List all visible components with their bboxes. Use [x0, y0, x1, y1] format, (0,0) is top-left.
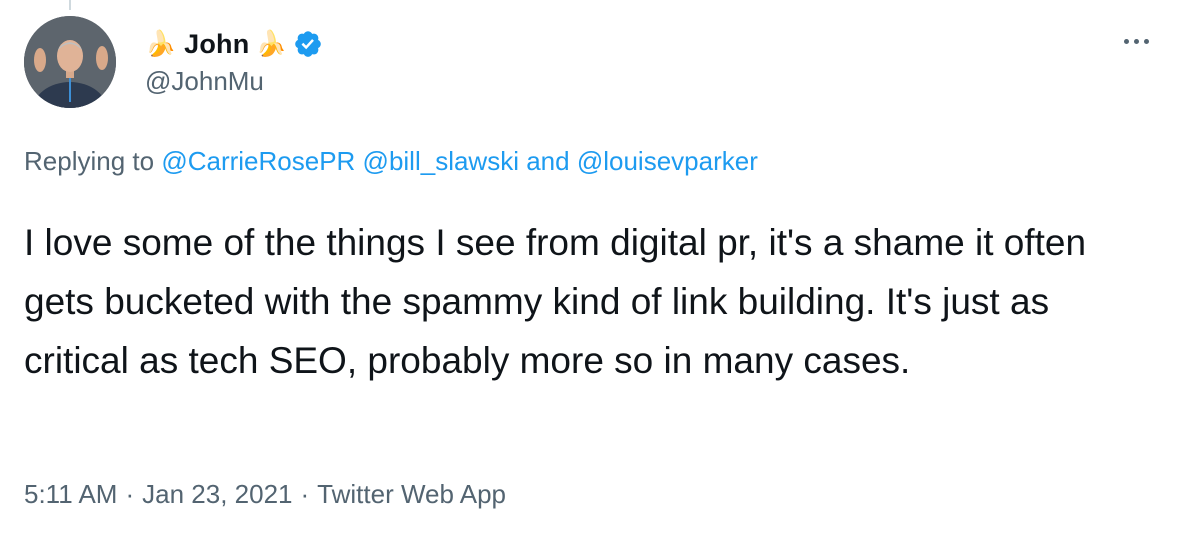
author-display-name[interactable]: John: [184, 29, 249, 60]
verified-badge-icon: [294, 31, 321, 57]
tweet-source[interactable]: Twitter Web App: [317, 479, 506, 509]
author-handle[interactable]: @JohnMu: [145, 66, 264, 97]
author-name-row[interactable]: 🍌 John 🍌: [145, 26, 323, 62]
replying-to-line: Replying to @CarrieRosePR @bill_slawski …: [24, 146, 758, 177]
separator: ·: [300, 479, 310, 509]
tweet-time[interactable]: 5:11 AM: [24, 479, 117, 509]
mention-link[interactable]: @CarrieRosePR: [161, 146, 355, 176]
separator: ·: [125, 479, 135, 509]
more-options-icon[interactable]: [1116, 26, 1156, 56]
tweet-text: I love some of the things I see from dig…: [24, 222, 1087, 381]
mention-link[interactable]: @bill_slawski: [363, 146, 519, 176]
tweet-date[interactable]: Jan 23, 2021: [142, 479, 292, 509]
avatar[interactable]: [24, 16, 116, 108]
dot: [1123, 38, 1129, 44]
dot: [1143, 38, 1149, 44]
banana-emoji-left: 🍌: [145, 30, 177, 58]
tweet-metadata: 5:11 AM · Jan 23, 2021 · Twitter Web App: [24, 479, 506, 510]
thread-connector-line: [69, 0, 71, 10]
mention-link[interactable]: @louisevparker: [577, 146, 758, 176]
replying-to-prefix: Replying to: [24, 146, 155, 176]
avatar-image: [24, 16, 116, 108]
dot: [1133, 38, 1139, 44]
mention-conjunction[interactable]: and: [526, 146, 569, 176]
banana-emoji-right: 🍌: [255, 30, 287, 58]
